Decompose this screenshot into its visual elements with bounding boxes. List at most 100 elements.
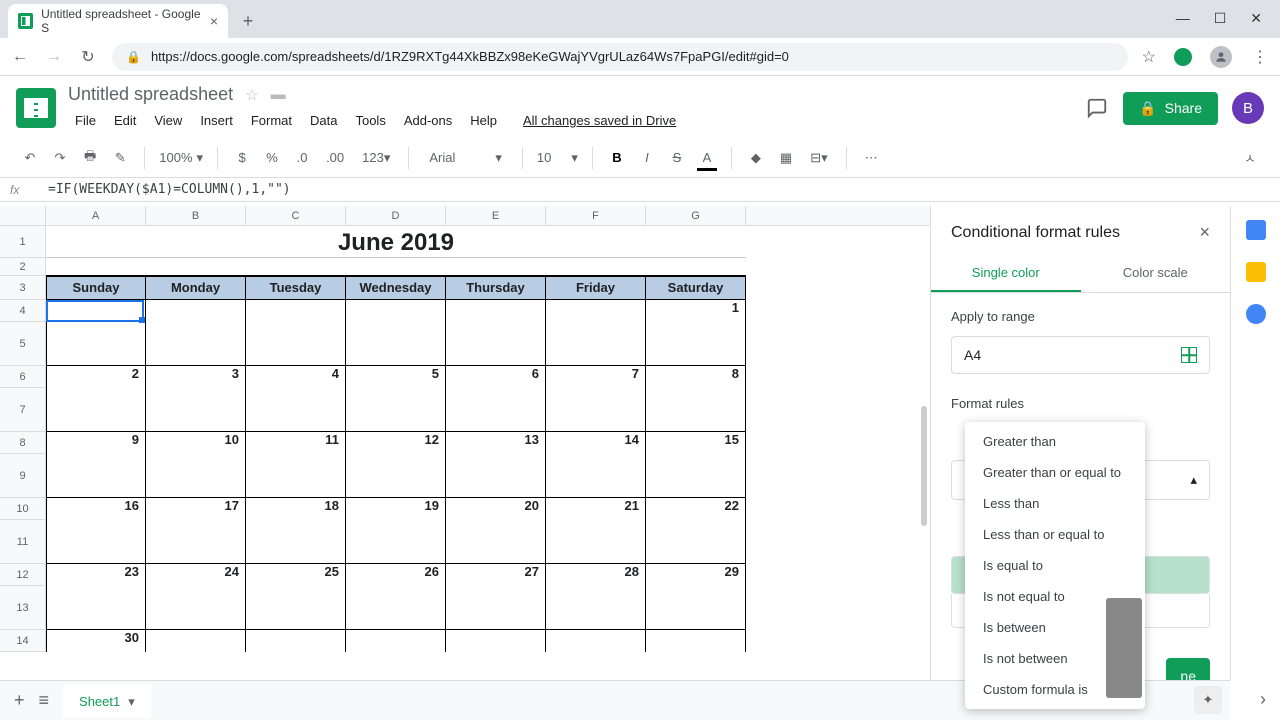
calendar-blank-cell[interactable] <box>346 322 446 366</box>
italic-icon[interactable]: I <box>637 146 657 169</box>
minimize-icon[interactable]: — <box>1176 10 1190 27</box>
column-header[interactable]: E <box>446 206 546 225</box>
calendar-date-cell[interactable]: 9 <box>46 432 146 454</box>
forward-icon[interactable]: → <box>44 48 64 66</box>
bookmark-icon[interactable]: ☆ <box>1142 47 1156 67</box>
menu-data[interactable]: Data <box>303 109 344 132</box>
doc-title[interactable]: Untitled spreadsheet <box>68 84 233 105</box>
borders-icon[interactable]: ▦ <box>776 146 796 170</box>
row-header[interactable]: 14 <box>0 630 45 652</box>
calendar-blank-cell[interactable] <box>346 586 446 630</box>
calendar-blank-cell[interactable] <box>446 388 546 432</box>
calendar-blank-cell[interactable] <box>146 388 246 432</box>
tab-color-scale[interactable]: Color scale <box>1081 255 1231 292</box>
day-header-cell[interactable]: Friday <box>546 276 646 300</box>
menu-view[interactable]: View <box>147 109 189 132</box>
cell-title[interactable]: June 2019 <box>46 226 746 258</box>
calendar-blank-cell[interactable] <box>46 520 146 564</box>
fill-color-icon[interactable]: ◆ <box>746 146 766 170</box>
strike-icon[interactable]: S <box>667 146 687 169</box>
row-header[interactable]: 2 <box>0 258 45 276</box>
percent-icon[interactable]: % <box>262 146 282 169</box>
calendar-date-cell[interactable] <box>146 300 246 322</box>
calendar-blank-cell[interactable] <box>546 388 646 432</box>
day-header-cell[interactable]: Sunday <box>46 276 146 300</box>
row-header[interactable]: 3 <box>0 276 45 300</box>
calendar-blank-cell[interactable] <box>346 520 446 564</box>
calendar-date-cell[interactable] <box>346 630 446 652</box>
undo-icon[interactable]: ↶ <box>20 146 40 170</box>
calendar-blank-cell[interactable] <box>646 586 746 630</box>
close-tab-icon[interactable]: × <box>210 13 218 29</box>
calendar-blank-cell[interactable] <box>646 454 746 498</box>
row-header[interactable]: 9 <box>0 454 45 498</box>
calendar-addon-icon[interactable] <box>1246 220 1266 240</box>
row-header[interactable]: 10 <box>0 498 45 520</box>
calendar-date-cell[interactable]: 5 <box>346 366 446 388</box>
more-tools-icon[interactable]: ⋯ <box>861 146 882 170</box>
menu-addons[interactable]: Add-ons <box>397 109 459 132</box>
row-header[interactable]: 12 <box>0 564 45 586</box>
calendar-blank-cell[interactable] <box>246 322 346 366</box>
calendar-date-cell[interactable]: 22 <box>646 498 746 520</box>
day-header-cell[interactable]: Thursday <box>446 276 546 300</box>
add-sheet-button[interactable]: + <box>14 690 25 711</box>
merge-icon[interactable]: ⊟▾ <box>806 146 831 170</box>
font-select[interactable]: Arial▾ <box>423 150 508 166</box>
calendar-date-cell[interactable]: 14 <box>546 432 646 454</box>
day-header-cell[interactable]: Tuesday <box>246 276 346 300</box>
print-icon[interactable]: 🖶 <box>80 143 100 173</box>
keep-addon-icon[interactable] <box>1246 262 1266 282</box>
vertical-scrollbar[interactable] <box>921 406 927 526</box>
paint-format-icon[interactable]: ✎ <box>110 146 130 170</box>
calendar-date-cell[interactable]: 16 <box>46 498 146 520</box>
calendar-blank-cell[interactable] <box>346 454 446 498</box>
calendar-date-cell[interactable]: 15 <box>646 432 746 454</box>
chrome-menu-icon[interactable]: ⋮ <box>1250 47 1270 67</box>
explore-button[interactable]: ✦ <box>1194 686 1222 714</box>
more-formats-icon[interactable]: 123▾ <box>358 146 394 170</box>
calendar-date-cell[interactable]: 21 <box>546 498 646 520</box>
star-doc-icon[interactable]: ☆ <box>245 86 258 104</box>
calendar-date-cell[interactable]: 13 <box>446 432 546 454</box>
calendar-date-cell[interactable] <box>446 630 546 652</box>
menu-file[interactable]: File <box>68 109 103 132</box>
dropdown-option[interactable]: Greater than or equal to <box>965 457 1145 488</box>
calendar-date-cell[interactable]: 20 <box>446 498 546 520</box>
decrease-decimal-icon[interactable]: .0 <box>292 146 312 169</box>
sheets-logo-icon[interactable] <box>16 88 56 128</box>
calendar-date-cell[interactable]: 6 <box>446 366 546 388</box>
redo-icon[interactable]: ↷ <box>50 146 70 170</box>
tasks-addon-icon[interactable] <box>1246 304 1266 324</box>
calendar-date-cell[interactable] <box>446 300 546 322</box>
calendar-blank-cell[interactable] <box>546 586 646 630</box>
calendar-blank-cell[interactable] <box>546 520 646 564</box>
calendar-date-cell[interactable]: 2 <box>46 366 146 388</box>
dropdown-option[interactable]: Less than or equal to <box>965 519 1145 550</box>
formula-input[interactable]: =IF(WEEKDAY($A1)=COLUMN(),1,"") <box>48 182 291 197</box>
calendar-blank-cell[interactable] <box>446 454 546 498</box>
calendar-date-cell[interactable]: 23 <box>46 564 146 586</box>
calendar-blank-cell[interactable] <box>546 454 646 498</box>
select-range-icon[interactable] <box>1181 347 1197 363</box>
save-status[interactable]: All changes saved in Drive <box>516 109 683 132</box>
menu-help[interactable]: Help <box>463 109 504 132</box>
calendar-date-cell[interactable]: 24 <box>146 564 246 586</box>
chevron-down-icon[interactable]: ▾ <box>128 694 135 710</box>
calendar-date-cell[interactable] <box>546 630 646 652</box>
range-input[interactable]: A4 <box>951 336 1210 374</box>
calendar-blank-cell[interactable] <box>146 520 246 564</box>
calendar-date-cell[interactable]: 8 <box>646 366 746 388</box>
day-header-cell[interactable]: Saturday <box>646 276 746 300</box>
calendar-blank-cell[interactable] <box>646 520 746 564</box>
calendar-date-cell[interactable]: 17 <box>146 498 246 520</box>
sheet-tab-1[interactable]: Sheet1 ▾ <box>63 684 151 718</box>
dropdown-option[interactable]: Is equal to <box>965 550 1145 581</box>
day-header-cell[interactable]: Wednesday <box>346 276 446 300</box>
row-header[interactable]: 4 <box>0 300 45 322</box>
text-color-icon[interactable]: A <box>697 146 717 169</box>
menu-insert[interactable]: Insert <box>193 109 240 132</box>
all-sheets-button[interactable]: ≡ <box>39 690 50 711</box>
row-header[interactable]: 8 <box>0 432 45 454</box>
calendar-blank-cell[interactable] <box>446 322 546 366</box>
